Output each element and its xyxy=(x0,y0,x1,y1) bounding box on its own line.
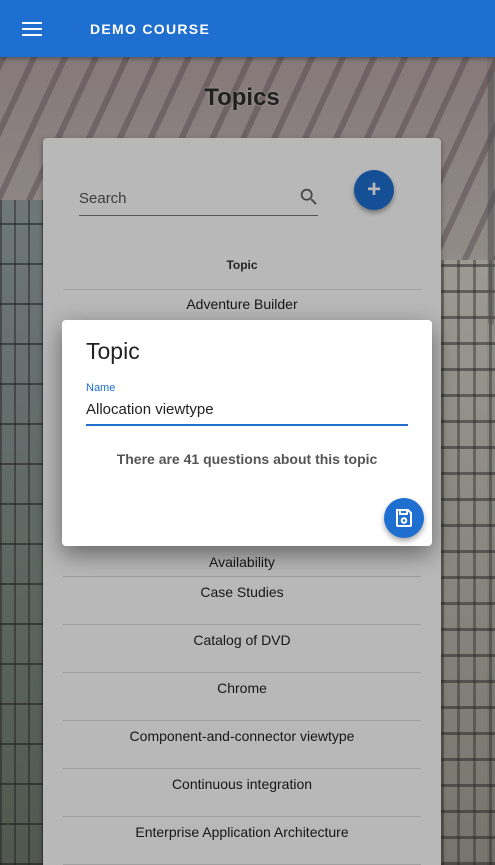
name-field xyxy=(86,398,408,426)
dialog-title: Topic xyxy=(86,338,140,364)
name-input[interactable] xyxy=(86,398,408,420)
name-field-label: Name xyxy=(86,382,116,394)
menu-icon[interactable] xyxy=(22,20,46,38)
course-title: DEMO COURSE xyxy=(90,20,211,37)
app-bar: DEMO COURSE xyxy=(0,0,495,57)
save-icon xyxy=(396,509,412,527)
topic-dialog: Topic Name There are 41 questions about … xyxy=(62,320,432,546)
save-button[interactable] xyxy=(384,498,424,538)
question-count-text: There are 41 questions about this topic xyxy=(116,451,378,467)
